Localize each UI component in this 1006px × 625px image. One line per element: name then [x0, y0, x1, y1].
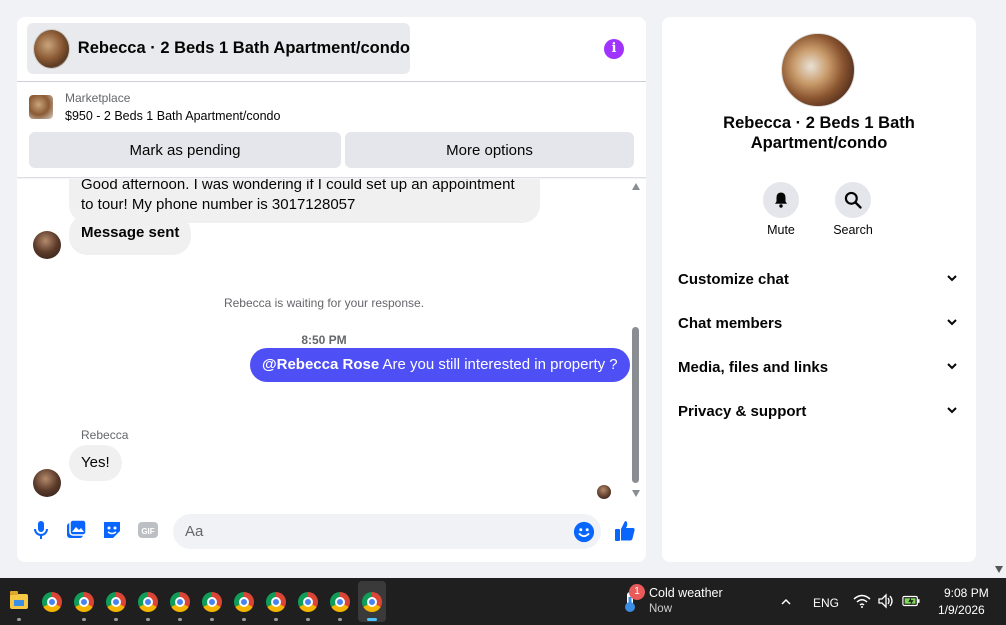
wifi-icon[interactable] — [853, 593, 871, 609]
chevron-down-icon — [947, 275, 957, 282]
chevron-down-icon — [947, 363, 957, 370]
search-button[interactable] — [835, 182, 871, 218]
chrome-profile-icon[interactable] — [202, 592, 222, 612]
section-label: Media, files and links — [678, 359, 829, 376]
composer: GIF — [17, 512, 646, 552]
section-privacy-support[interactable]: Privacy & support — [662, 391, 976, 435]
chat-title: Rebecca · 2 Beds 1 Bath Apartment/condo — [77, 39, 410, 57]
app-indicator — [114, 618, 118, 621]
search-label: Search — [833, 223, 873, 237]
emoji-icon[interactable] — [573, 521, 595, 543]
listing-row[interactable]: Marketplace $950 - 2 Beds 1 Bath Apartme… — [29, 91, 280, 123]
conversation-avatar[interactable] — [781, 33, 855, 107]
scroll-thumb[interactable] — [632, 327, 639, 483]
more-options-button[interactable]: More options — [345, 132, 634, 168]
chrome-profile-icon[interactable] — [106, 592, 126, 612]
outgoing-message-text: Are you still interested in property ? — [379, 356, 618, 373]
listing-label: Marketplace — [65, 91, 131, 105]
app-indicator — [178, 618, 182, 621]
language-indicator[interactable]: ENG — [813, 596, 839, 610]
waiting-status: Rebecca is waiting for your response. — [223, 296, 425, 310]
message-timestamp: 8:50 PM — [301, 333, 347, 347]
listing-avatar — [33, 28, 70, 69]
chrome-profile-icon[interactable] — [234, 592, 254, 612]
app-indicator — [146, 618, 150, 621]
sender-avatar[interactable] — [33, 231, 61, 259]
scroll-up-arrow[interactable] — [632, 183, 640, 190]
chevron-down-icon — [947, 407, 957, 414]
chrome-profile-icon[interactable] — [298, 592, 318, 612]
svg-text:GIF: GIF — [141, 527, 154, 536]
sender-name: Rebecca — [81, 428, 129, 442]
seen-avatar — [597, 485, 611, 499]
photo-icon[interactable] — [64, 518, 88, 542]
app-indicator — [338, 618, 342, 621]
conversation-title: Rebecca · 2 Beds 1 Bath Apartment/condo — [723, 114, 915, 152]
file-explorer-icon[interactable] — [10, 591, 28, 609]
chevron-down-icon — [947, 319, 957, 326]
gif-icon[interactable]: GIF — [136, 518, 160, 542]
active-app-indicator — [367, 618, 377, 621]
incoming-reply: Yes! — [69, 445, 122, 481]
battery-charging-icon[interactable] — [902, 593, 920, 609]
weather-alert-badge: 1 — [629, 584, 645, 600]
app-indicator — [242, 618, 246, 621]
chrome-active-icon[interactable] — [362, 592, 382, 612]
header-divider — [17, 81, 646, 82]
chevron-up-icon[interactable] — [781, 597, 791, 607]
chrome-profile-icon[interactable] — [266, 592, 286, 612]
info-icon[interactable]: i — [604, 39, 624, 59]
message-sent-bubble: Message sent — [69, 215, 192, 255]
chrome-profile-icon[interactable] — [330, 592, 350, 612]
bell-icon — [775, 192, 787, 208]
message-scrollbar[interactable] — [630, 179, 642, 504]
conversation-info-panel: Rebecca · 2 Beds 1 Bath Apartment/condo … — [662, 17, 976, 562]
microphone-icon[interactable] — [29, 518, 53, 542]
page-scroll-down-arrow[interactable] — [995, 566, 1003, 573]
clock-date[interactable]: 1/9/2026 — [938, 603, 985, 617]
chrome-profile-icon[interactable] — [74, 592, 94, 612]
sticker-icon[interactable] — [100, 518, 124, 542]
app-indicator — [82, 618, 86, 621]
app-indicator — [274, 618, 278, 621]
message-list[interactable]: Good afternoon. I was wondering if I cou… — [17, 179, 646, 504]
thumbs-up-icon[interactable] — [613, 519, 637, 543]
weather-title[interactable]: Cold weather — [649, 586, 723, 600]
section-label: Chat members — [678, 315, 783, 332]
chrome-profile-icon[interactable] — [170, 592, 190, 612]
chrome-icon[interactable] — [42, 592, 62, 612]
listing-thumbnail — [29, 95, 53, 119]
mute-button[interactable] — [763, 182, 799, 218]
section-label: Customize chat — [678, 271, 789, 288]
chat-header[interactable]: Rebecca · 2 Beds 1 Bath Apartment/condo — [27, 23, 410, 74]
mark-as-pending-button[interactable]: Mark as pending — [29, 132, 341, 168]
chat-panel: Rebecca · 2 Beds 1 Bath Apartment/condo … — [17, 17, 646, 562]
section-chat-members[interactable]: Chat members — [662, 303, 976, 347]
app-indicator — [210, 618, 214, 621]
chrome-profile-icon[interactable] — [138, 592, 158, 612]
speaker-icon[interactable] — [877, 593, 895, 609]
listing-price-title: $950 - 2 Beds 1 Bath Apartment/condo — [65, 109, 281, 123]
message-input[interactable] — [173, 514, 601, 549]
clock-time[interactable]: 9:08 PM — [944, 586, 989, 600]
section-media-files-links[interactable]: Media, files and links — [662, 347, 976, 391]
sender-avatar-reply[interactable] — [33, 469, 61, 497]
section-label: Privacy & support — [678, 403, 807, 420]
taskbar: 1 Cold weather Now ENG 9:08 PM 1/9/2026 — [0, 578, 1006, 625]
outgoing-message: @Rebecca Rose Are you still interested i… — [250, 348, 630, 382]
app-indicator — [17, 618, 21, 621]
mute-label: Mute — [767, 223, 795, 237]
search-icon — [844, 191, 862, 209]
app-indicator — [306, 618, 310, 621]
scroll-down-arrow[interactable] — [632, 490, 640, 497]
mention-text[interactable]: @Rebecca Rose — [262, 356, 379, 373]
section-customize-chat[interactable]: Customize chat — [662, 259, 976, 303]
weather-subtitle: Now — [649, 603, 673, 615]
